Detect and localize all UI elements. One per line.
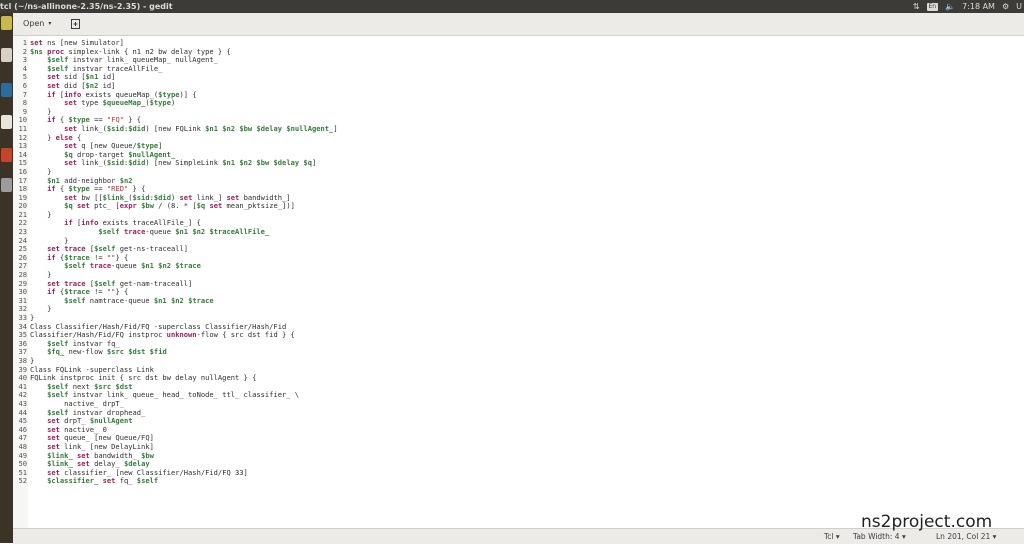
code-line[interactable]: 12 } else { <box>13 133 1013 143</box>
language-selector[interactable]: Tcl ▾ <box>824 532 840 541</box>
code-line[interactable]: 45 set drpT_ $nullAgent <box>13 416 1013 426</box>
line-text[interactable]: $self trace-queue $n1 $n2 $trace <box>27 262 201 271</box>
code-line[interactable]: 5 set sid [$n1 id] <box>13 73 1013 82</box>
gedit-toolbar: Open ▾ <box>13 13 1024 36</box>
tab-width-selector[interactable]: Tab Width: 4 ▾ <box>853 532 906 541</box>
code-text[interactable]: 1 set ns [new Simulator] 2 $ns proc simplex… <box>13 38 1013 486</box>
code-line[interactable]: 46 set nactive_ 0 <box>13 425 1013 435</box>
code-line[interactable]: 32 } <box>13 305 1013 314</box>
code-line[interactable]: 44 $self instvar drophead_ <box>13 408 1013 418</box>
code-line[interactable]: 43 nactive_ drpT_ <box>13 399 1013 409</box>
code-line[interactable]: 37 $fq_ new-flow $src $dst $fid <box>13 348 1013 357</box>
code-line[interactable]: 40 FQLink instproc init { src dst bw dela… <box>13 374 1013 383</box>
code-line[interactable]: 20 $q set ptc_ [expr $bw / (8. * [$q set… <box>13 201 1013 211</box>
code-line[interactable]: 3 $self instvar link_ queueMap_ nullAgen… <box>13 55 1013 65</box>
chevron-down-icon: ▾ <box>48 20 52 27</box>
line-text[interactable]: $self namtrace-queue $n1 $n2 $trace <box>27 296 214 306</box>
line-text[interactable]: set link_($sid:$did) [new SimpleLink $n1… <box>27 159 316 168</box>
code-line[interactable]: 27 $self trace-queue $n1 $n2 $trace <box>13 262 1013 271</box>
window-title: tcl (~/ns-allinone-2.35/ns-2.35) - gedit <box>0 2 173 11</box>
code-line[interactable]: 42 $self instvar link_ queue_ head_ toNo… <box>13 391 1013 400</box>
code-line[interactable]: 52 $classifier_ set fq_ $self <box>13 476 1013 486</box>
code-line[interactable]: 16 } <box>13 167 1013 177</box>
clock[interactable]: 7:18 AM <box>962 0 995 13</box>
code-line[interactable]: 15 set link_($sid:$did) [new SimpleLink … <box>13 159 1013 168</box>
launcher-settings-icon[interactable] <box>1 178 12 192</box>
code-line[interactable]: 25 set trace [$self get-ns-traceall] <box>13 244 1013 254</box>
watermark: ns2project.com <box>861 512 993 532</box>
system-tray: ⇅ En 🔈 7:18 AM ⚙ U <box>913 0 1022 13</box>
network-icon[interactable]: ⇅ <box>913 0 920 13</box>
line-text[interactable]: $classifier_ set fq_ $self <box>27 476 158 486</box>
top-panel: tcl (~/ns-allinone-2.35/ns-2.35) - gedit… <box>0 0 1024 13</box>
line-text[interactable]: $q set ptc_ [expr $bw / (8. * [$q set me… <box>27 201 295 211</box>
code-line[interactable]: 51 set classifier_ [new Classifier/Hash/… <box>13 468 1013 478</box>
new-document-icon[interactable] <box>69 17 81 30</box>
open-button[interactable]: Open ▾ <box>18 17 56 31</box>
code-line[interactable]: 11 set link_($sid:$did) [new FQLink $n1 … <box>13 124 1013 134</box>
launcher-app-icon[interactable] <box>1 48 12 62</box>
launcher-text-editor-icon[interactable] <box>1 115 12 129</box>
code-line[interactable]: 49 $link_ set bandwidth_ $bw <box>13 451 1013 461</box>
code-line[interactable]: 8 set type $queueMap_($type) <box>13 98 1013 108</box>
code-line[interactable]: 29 set trace [$self get-nam-traceall] <box>13 279 1013 289</box>
code-line[interactable]: 48 set link_ [new DelayLink] <box>13 442 1013 452</box>
unity-launcher <box>0 13 13 543</box>
code-line[interactable]: 47 set queue_ [new Queue/FQ] <box>13 434 1013 443</box>
code-line[interactable]: 35 Classifier/Hash/Fid/FQ instproc unknow… <box>13 330 1013 340</box>
line-text[interactable]: $fq_ new-flow $src $dst $fid <box>27 348 167 357</box>
volume-icon[interactable]: 🔈 <box>945 0 955 13</box>
code-line[interactable]: 17 $n1 add-neighbor $n2 <box>13 176 1013 186</box>
keyboard-layout-indicator[interactable]: En <box>926 2 939 11</box>
open-button-label: Open <box>23 19 45 28</box>
cursor-position[interactable]: Ln 201, Col 21 ▾ <box>936 532 996 541</box>
code-editor[interactable]: 1 set ns [new Simulator] 2 $ns proc simplex… <box>13 36 1024 528</box>
code-line[interactable]: 31 $self namtrace-queue $n1 $n2 $trace <box>13 296 1013 306</box>
user-indicator[interactable]: U <box>1016 0 1022 13</box>
code-line[interactable]: 4 $self instvar traceAllFile_ <box>13 64 1013 74</box>
code-line[interactable]: 9 } <box>13 107 1013 117</box>
line-number: 52 <box>18 476 27 486</box>
launcher-software-icon[interactable] <box>1 148 12 162</box>
code-line[interactable]: 23 $self trace-queue $n1 $n2 $traceAllFi… <box>13 227 1013 237</box>
code-line[interactable]: 38} <box>13 356 1013 366</box>
settings-gear-icon[interactable]: ⚙ <box>1002 0 1009 13</box>
launcher-browser-icon[interactable] <box>1 83 12 97</box>
launcher-files-icon[interactable] <box>1 16 12 30</box>
